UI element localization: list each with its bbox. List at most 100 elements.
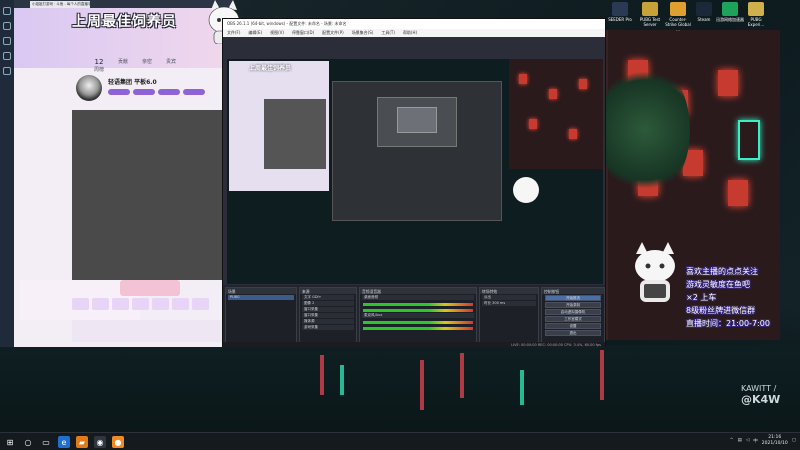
menu-scene-collection[interactable]: 场景集合(S) [352,30,374,36]
gift-item[interactable] [72,298,89,310]
start-streaming-button[interactable]: 开始推流 [545,295,601,301]
gift-bar [72,298,222,312]
wallpaper-tree [600,60,690,200]
streamer-info: 轻语集团 平板6.0 [72,73,222,103]
desktop-icon-xunyou[interactable]: 迅游网络加速器 [716,2,744,22]
start-recording-button[interactable]: 开始录制 [545,302,601,308]
folder-icon[interactable]: ▰ [76,436,88,448]
seeder-icon [612,2,628,16]
mixer-channel: 桌面音频 [362,295,474,300]
gift-item[interactable] [112,298,129,310]
sidebar-bookmark-icon[interactable] [3,22,11,30]
desktop-icon-pubg-test[interactable]: PUBG Test Server [636,2,664,27]
stream-overlay: 喜欢主播的点点关注 游戏灵敏度在鱼吧 ×2 上车 8级粉丝牌进微信群 直播时间：… [628,238,798,338]
edge-icon[interactable]: e [58,436,70,448]
sidebar-home-icon[interactable] [3,7,11,15]
banner-title: 上周最佳饲养员 [72,14,177,30]
volume-slider[interactable] [363,327,473,330]
obs-icon[interactable]: ◉ [94,436,106,448]
wallpaper-water [0,345,800,432]
overlay-line-board: ×2 上车 [686,293,717,302]
source-item[interactable]: 窗口采集 [302,313,354,318]
source-item[interactable]: 游戏采集 [302,325,354,330]
desktop-icon-seeder[interactable]: SEEDER Pro [606,2,634,22]
task-view-icon[interactable]: ▭ [40,436,52,448]
preview-cat-icon [513,177,539,203]
stat-item[interactable]: 12 周榜 [94,58,104,74]
stat-item[interactable]: 亲密 [142,58,152,74]
xunyou-icon [722,2,738,16]
volume-slider[interactable] [363,309,473,312]
source-item[interactable]: 图像 2 [302,301,354,306]
menu-help[interactable]: 帮助(H) [403,30,417,36]
menu-profile[interactable]: 配置文件(P) [322,30,344,36]
room-stats: 12 周榜 贡献 亲密 贵宾 [94,58,224,74]
pubg-test-icon [642,2,658,16]
settings-button[interactable]: 设置 [545,323,601,329]
streamer-name: 轻语集团 平板6.0 [108,79,157,86]
browser-window[interactable]: 小姐姐打游戏 · 斗鱼 - 每个人的直播平台 上周最佳饲养员 12 周榜 贡献 亲… [0,0,232,347]
preview-nested-window [397,107,437,133]
obs-menubar: 文件(F) 编辑(E) 视图(V) 停靠窗口(D) 配置文件(P) 场景集合(S… [223,29,605,37]
gift-item[interactable] [92,298,109,310]
menu-tools[interactable]: 工具(T) [381,30,395,36]
menu-view[interactable]: 视图(V) [270,30,284,36]
desktop-icon-csgo[interactable]: Counter-Strike Global ... [664,2,692,32]
douyu-icon[interactable]: ● [112,436,124,448]
menu-file[interactable]: 文件(F) [227,30,240,36]
transition-duration[interactable]: 时长 300 ms [482,301,536,306]
windows-start-icon[interactable]: ⊞ [4,436,16,448]
obs-statusbar: LIVE: 00:00:00 REC: 00:00:00 CPU: 3.4%, … [223,342,605,348]
tray-arrow-icon[interactable]: ^ [730,438,734,443]
sidebar-history-icon[interactable] [3,37,11,45]
search-icon[interactable]: ○ [22,436,34,448]
system-tray: ^ ▤ ◁ 中 21:16 2021/10/10 ▢ [730,435,796,446]
browser-tab[interactable]: 小姐姐打游戏 · 斗鱼 - 每个人的直播平台 [30,1,90,8]
gift-item[interactable] [192,298,209,310]
obs-titlebar[interactable]: OBS 26.1.1 (64-bit, windows) - 配置文件: 未命名… [223,19,605,29]
mixer-channel: 麦克风/Aux [362,313,474,318]
sources-dock: 来源 文字 GDI+ 图像 2 窗口采集 窗口采集 媒体源 游戏采集 [299,287,357,345]
browser-sidebar [0,0,14,347]
overlay-line-fan-group: 8级粉丝牌进微信群 [686,306,756,315]
stat-item[interactable]: 贵宾 [166,58,176,74]
source-item[interactable]: 媒体源 [302,319,354,324]
cat-mascot-icon [635,242,675,302]
sidebar-settings-icon[interactable] [3,67,11,75]
transitions-dock: 转场特效 淡出 时长 300 ms [479,287,539,345]
volume-meter [363,321,473,324]
volume-icon[interactable]: ◁ [746,438,749,443]
desktop-icon-pubg-exp[interactable]: PUBG Experi... [742,2,770,27]
virtual-camera-button[interactable]: 启动虚拟摄像机 [545,309,601,315]
steam-icon [696,2,712,16]
avatar[interactable] [76,75,102,101]
overlay-line-schedule: 直播时间：21:00-7:00 [686,319,770,328]
stat-item[interactable]: 贡献 [118,58,128,74]
clock[interactable]: 21:16 2021/10/10 [762,435,788,446]
sidebar-download-icon[interactable] [3,52,11,60]
transition-select[interactable]: 淡出 [482,295,536,300]
desktop-icon-steam[interactable]: Steam [690,2,718,22]
exit-button[interactable]: 退出 [545,330,601,336]
obs-preview[interactable]: 上周最佳饲养员 [227,59,603,284]
notification-icon[interactable]: ▢ [792,438,796,443]
gift-item[interactable] [132,298,149,310]
preview-browser: 上周最佳饲养员 [229,61,329,191]
video-player[interactable] [72,110,222,280]
wallpaper-watermark: KAWITT / @K4W [741,384,781,406]
browser-bottom-panel [72,320,222,342]
menu-docks[interactable]: 停靠窗口(D) [292,30,314,36]
gift-item[interactable] [152,298,169,310]
pubg-exp-icon [748,2,764,16]
scene-item[interactable]: PUBG [228,295,294,300]
obs-window[interactable]: OBS 26.1.1 (64-bit, windows) - 配置文件: 未命名… [222,18,606,348]
studio-mode-button[interactable]: 工作室模式 [545,316,601,322]
gift-item[interactable] [172,298,189,310]
menu-edit[interactable]: 编辑(E) [248,30,262,36]
chat-bubble [120,280,180,296]
network-icon[interactable]: ▤ [738,438,742,443]
source-item[interactable]: 窗口采集 [302,307,354,312]
language-indicator[interactable]: 中 [753,438,758,444]
source-item[interactable]: 文字 GDI+ [302,295,354,300]
volume-meter [363,303,473,306]
